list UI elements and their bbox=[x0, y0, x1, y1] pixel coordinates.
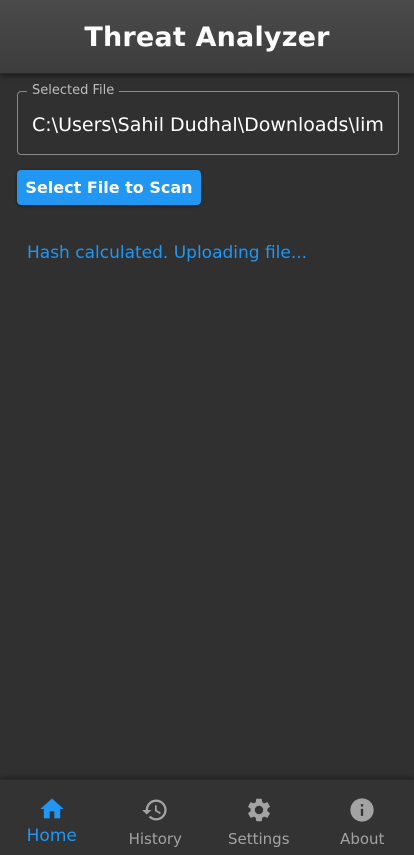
nav-label-home: Home bbox=[26, 826, 77, 846]
nav-item-settings[interactable]: Settings bbox=[207, 780, 311, 855]
info-icon bbox=[348, 796, 376, 824]
app-header: Threat Analyzer bbox=[0, 0, 414, 74]
selected-file-field[interactable]: Selected File C:\Users\Sahil Dudhal\Down… bbox=[17, 82, 399, 155]
settings-icon bbox=[245, 796, 273, 824]
select-file-button[interactable]: Select File to Scan bbox=[17, 170, 201, 205]
nav-label-history: History bbox=[128, 830, 182, 848]
nav-label-settings: Settings bbox=[227, 830, 290, 848]
history-icon bbox=[141, 796, 169, 824]
nav-label-about: About bbox=[340, 830, 385, 848]
selected-file-path[interactable]: C:\Users\Sahil Dudhal\Downloads\limkedin… bbox=[32, 112, 384, 138]
upload-status-message: Hash calculated. Uploading file... bbox=[27, 243, 308, 263]
nav-item-about[interactable]: About bbox=[311, 780, 414, 855]
nav-item-home[interactable]: Home bbox=[0, 780, 104, 855]
bottom-navigation: Home History Settings About bbox=[0, 779, 414, 855]
home-icon bbox=[38, 795, 66, 823]
selected-file-label: Selected File bbox=[27, 82, 120, 100]
app-title: Threat Analyzer bbox=[84, 22, 330, 53]
nav-item-history[interactable]: History bbox=[104, 780, 208, 855]
threat-analyzer-app: Threat Analyzer Selected File C:\Users\S… bbox=[0, 0, 414, 855]
